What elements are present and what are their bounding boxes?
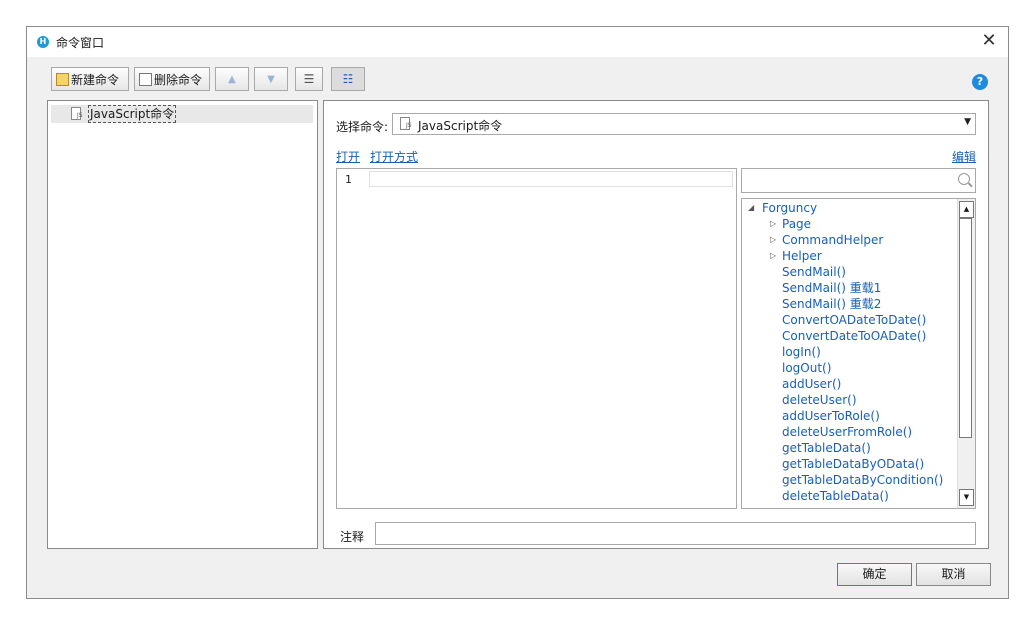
title-bar: H 命令窗口 ✕ [27, 27, 1008, 57]
js-file-icon: JS [400, 117, 412, 130]
delete-command-icon [139, 72, 152, 86]
command-window-dialog: H 命令窗口 ✕ 新建命令 删除命令 ▲ ▼ ☰ ☷ ? JS JavaScri… [26, 26, 1009, 599]
edit-link[interactable]: 编辑 [952, 148, 976, 165]
api-tree-method[interactable]: logIn() [782, 344, 821, 360]
list-button[interactable]: ☷ [331, 67, 365, 91]
arrow-down-icon: ▼ [267, 73, 275, 85]
api-tree-method[interactable]: ConvertOADateToDate() [782, 312, 926, 328]
api-tree-method[interactable]: ConvertDateToOADate() [782, 328, 926, 344]
line-number: 1 [345, 173, 352, 186]
api-tree-root[interactable]: Forguncy [762, 200, 817, 216]
api-tree-method[interactable]: SendMail() 重载2 [782, 296, 881, 312]
note-input[interactable] [375, 522, 976, 545]
api-tree-group[interactable]: CommandHelper [782, 232, 883, 248]
indent-icon: ☰ [303, 72, 315, 86]
api-tree-method[interactable]: logOut() [782, 360, 831, 376]
note-label: 注释 [340, 530, 365, 544]
search-icon [958, 173, 970, 185]
api-tree-scrollbar[interactable]: ▲ ▼ [957, 199, 975, 508]
api-tree-method[interactable]: getTableDataByOData() [782, 456, 924, 472]
list-icon: ☷ [342, 72, 354, 86]
open-with-link[interactable]: 打开方式 [370, 148, 418, 165]
scroll-up-icon[interactable]: ▲ [959, 201, 974, 218]
arrow-up-icon: ▲ [228, 73, 236, 85]
api-search-input[interactable] [741, 168, 976, 193]
api-tree-method[interactable]: SendMail() 重载1 [782, 280, 881, 296]
collapsed-triangle-icon[interactable]: ▷ [770, 216, 776, 232]
move-up-button[interactable]: ▲ [215, 67, 249, 91]
chevron-down-icon: ▼ [964, 117, 971, 127]
scrollbar-thumb[interactable] [959, 218, 972, 438]
api-tree-method[interactable]: addUser() [782, 376, 841, 392]
command-list-item[interactable]: JS JavaScript命令 [51, 105, 313, 123]
window-title: 命令窗口 [56, 36, 105, 50]
delete-command-button[interactable]: 删除命令 [134, 67, 210, 91]
api-tree-method[interactable]: addUserToRole() [782, 408, 880, 424]
new-command-icon [56, 72, 69, 86]
command-list-item-label: JavaScript命令 [88, 105, 177, 123]
command-type-select[interactable]: JS JavaScript命令 ▼ [392, 113, 976, 135]
api-tree-method[interactable]: deleteUserFromRole() [782, 424, 912, 440]
api-tree-method[interactable]: SendMail() [782, 264, 846, 280]
move-down-button[interactable]: ▼ [254, 67, 288, 91]
close-icon[interactable]: ✕ [978, 30, 1000, 52]
api-tree-group[interactable]: Page [782, 216, 811, 232]
ok-button[interactable]: 确定 [837, 563, 912, 586]
scroll-down-icon[interactable]: ▼ [959, 489, 974, 506]
delete-command-label: 删除命令 [154, 72, 203, 87]
new-command-label: 新建命令 [71, 72, 120, 87]
command-list-panel: JS JavaScript命令 [47, 100, 318, 549]
help-icon[interactable]: ? [972, 74, 988, 90]
collapsed-triangle-icon[interactable]: ▷ [770, 248, 776, 264]
api-tree-method[interactable]: getTableData() [782, 440, 871, 456]
app-icon: H [37, 36, 49, 48]
collapsed-triangle-icon[interactable]: ▷ [770, 232, 776, 248]
api-tree-method[interactable]: deleteTableData() [782, 488, 889, 504]
api-tree-method[interactable]: deleteUser() [782, 392, 857, 408]
new-command-button[interactable]: 新建命令 [51, 67, 129, 91]
api-tree-group[interactable]: Helper [782, 248, 822, 264]
api-tree-method[interactable]: getTableDataByCondition() [782, 472, 943, 488]
current-line [369, 171, 733, 187]
api-tree: ◢ Forguncy ▷ Page ▷ CommandHelper ▷ Help… [741, 198, 976, 509]
command-detail-panel: 选择命令: JS JavaScript命令 ▼ 打开 打开方式 编辑 1 ◢ F… [323, 100, 989, 549]
expanded-triangle-icon: ◢ [748, 203, 755, 212]
cancel-button[interactable]: 取消 [916, 563, 991, 586]
indent-button[interactable]: ☰ [295, 67, 323, 91]
select-command-label: 选择命令: [336, 120, 389, 134]
command-type-value: JavaScript命令 [418, 119, 503, 133]
js-file-icon: JS [71, 107, 83, 120]
open-link[interactable]: 打开 [336, 148, 360, 165]
code-editor[interactable]: 1 [336, 168, 737, 509]
